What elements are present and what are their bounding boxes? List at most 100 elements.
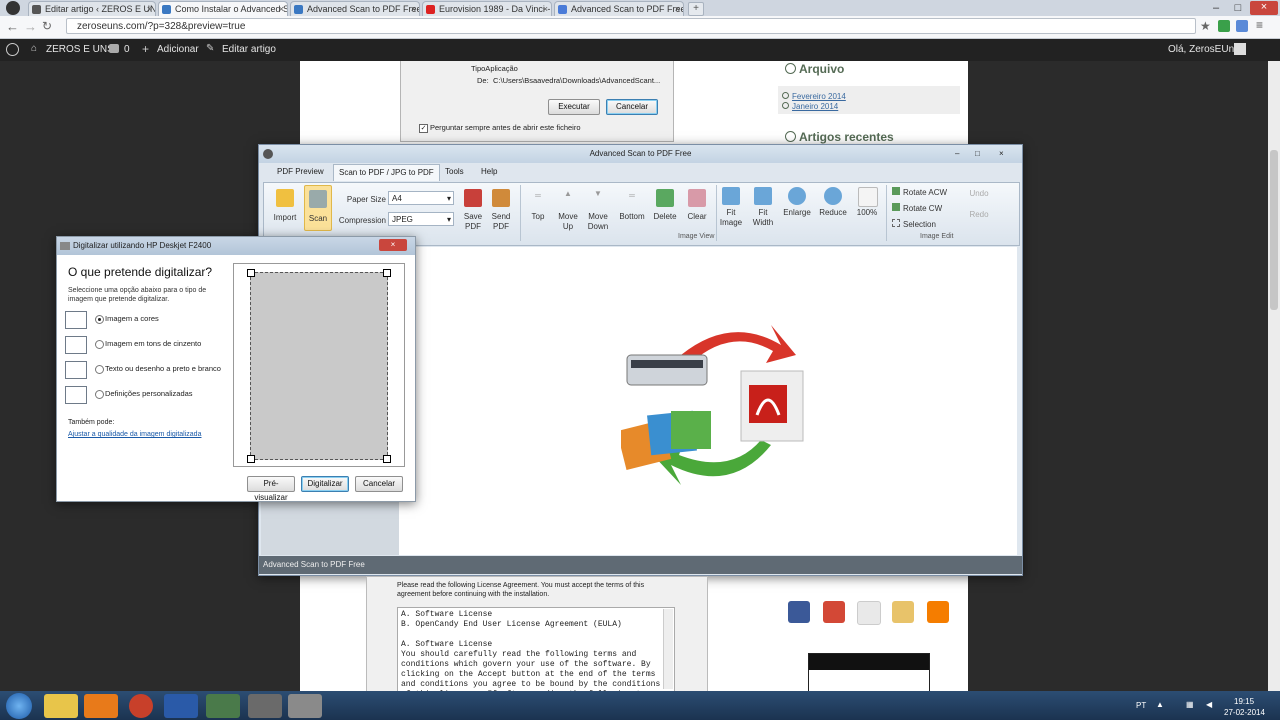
rss-icon[interactable] xyxy=(892,601,914,623)
quality-link[interactable]: Ajustar a qualidade da imagem digitaliza… xyxy=(68,431,201,438)
delete-button[interactable]: Delete xyxy=(650,212,680,222)
user-greeting[interactable]: Olá, ZerosEUns! xyxy=(1168,44,1242,55)
browser-logo-icon[interactable] xyxy=(6,1,20,15)
extension-icon[interactable] xyxy=(1236,20,1248,32)
url-field[interactable]: zeroseuns.com/?p=328&preview=true xyxy=(66,18,1196,34)
app-icon[interactable] xyxy=(129,694,153,718)
menu-icon[interactable]: ≡ xyxy=(1256,18,1263,32)
browser-tab[interactable]: Advanced Scan to PDF Free × xyxy=(290,1,420,16)
bookmark-star-icon[interactable]: ★ xyxy=(1200,19,1211,33)
reduce-button[interactable]: Reduce xyxy=(816,208,850,218)
radio-color[interactable] xyxy=(95,315,104,324)
close-icon[interactable]: × xyxy=(379,239,407,251)
tab-help[interactable]: Help xyxy=(481,167,497,176)
site-name-link[interactable]: ZEROS E UNS xyxy=(46,44,114,55)
tab-pdf-preview[interactable]: PDF Preview xyxy=(277,167,324,176)
start-button[interactable] xyxy=(6,693,32,719)
new-tab-button[interactable]: + xyxy=(688,2,704,16)
browser-tab[interactable]: Editar artigo ‹ ZEROS E UNS × xyxy=(28,1,156,16)
comments-count[interactable]: 0 xyxy=(124,44,130,55)
outlook-icon[interactable] xyxy=(84,694,118,718)
cancel-button[interactable]: Cancelar xyxy=(355,476,403,492)
image-canvas[interactable] xyxy=(399,247,1017,555)
close-icon[interactable]: × xyxy=(999,145,1004,163)
blogger-icon[interactable] xyxy=(927,601,949,623)
close-icon[interactable]: × xyxy=(1250,1,1278,15)
close-tab-icon[interactable]: × xyxy=(675,2,680,16)
facebook-icon[interactable] xyxy=(788,601,810,623)
top-button[interactable]: Top xyxy=(524,212,552,222)
run-button[interactable]: Executar xyxy=(548,99,600,115)
archive-link[interactable]: Janeiro 2014 xyxy=(792,102,838,111)
forward-icon[interactable]: → xyxy=(24,19,37,34)
close-tab-icon[interactable]: × xyxy=(543,2,548,16)
wordpress-logo-icon[interactable] xyxy=(6,43,19,56)
tab-scan-to-pdf[interactable]: Scan to PDF / JPG to PDF xyxy=(333,164,440,181)
paper-size-select[interactable]: A4 ▾ xyxy=(388,191,454,205)
move-down-button[interactable]: Move Down xyxy=(584,212,612,232)
radio-bw[interactable] xyxy=(95,365,104,374)
clock-date[interactable]: 27-02-2014 xyxy=(1224,708,1265,717)
scan-button[interactable]: Scan xyxy=(304,185,332,231)
minimize-icon[interactable]: – xyxy=(1206,2,1226,14)
reload-icon[interactable]: ↻ xyxy=(42,19,52,33)
rotate-acw-button[interactable]: Rotate ACW xyxy=(892,187,952,198)
radio-custom[interactable] xyxy=(95,390,104,399)
always-ask-checkbox[interactable]: ✓ xyxy=(419,124,428,133)
enlarge-button[interactable]: Enlarge xyxy=(780,208,814,218)
scan-selection-box[interactable] xyxy=(247,269,391,463)
send-pdf-button[interactable]: Send PDF xyxy=(488,212,514,232)
browser-tab-active[interactable]: Como Instalar o Advanced S × xyxy=(158,1,288,16)
back-icon[interactable]: ← xyxy=(6,19,19,34)
browser-tab[interactable]: Eurovision 1989 - Da Vinci - × xyxy=(422,1,552,16)
close-tab-icon[interactable]: × xyxy=(147,2,152,16)
preview-button[interactable]: Pré-visualizar xyxy=(247,476,295,502)
radio-grayscale[interactable] xyxy=(95,340,104,349)
resize-handle[interactable] xyxy=(383,269,391,277)
close-tab-icon[interactable]: × xyxy=(279,2,284,16)
app-icon[interactable] xyxy=(288,694,322,718)
app-icon[interactable] xyxy=(206,694,240,718)
resize-handle[interactable] xyxy=(247,455,255,463)
close-tab-icon[interactable]: × xyxy=(411,2,416,16)
clock-time[interactable]: 19:15 xyxy=(1234,697,1254,706)
word-icon[interactable] xyxy=(164,694,198,718)
tab-tools[interactable]: Tools xyxy=(445,167,464,176)
explorer-icon[interactable] xyxy=(44,694,78,718)
network-icon[interactable]: ▦ xyxy=(1186,700,1194,709)
bottom-button[interactable]: Bottom xyxy=(614,212,650,222)
avatar[interactable] xyxy=(1234,43,1246,55)
compression-select[interactable]: JPEG ▾ xyxy=(388,212,454,226)
rotate-cw-button[interactable]: Rotate CW xyxy=(892,203,952,214)
move-up-button[interactable]: Move Up xyxy=(554,212,582,232)
resize-handle[interactable] xyxy=(247,269,255,277)
google-plus-icon[interactable] xyxy=(823,601,845,623)
redo-button[interactable]: Redo xyxy=(964,210,994,220)
volume-icon[interactable]: ◀ xyxy=(1206,700,1212,709)
selection-button[interactable]: Selection xyxy=(892,219,952,230)
license-text[interactable]: A. Software License B. OpenCandy End Use… xyxy=(397,607,675,692)
fit-width-button[interactable]: Fit Width xyxy=(750,208,776,228)
tray-up-icon[interactable]: ▲ xyxy=(1156,700,1164,709)
extension-icon[interactable] xyxy=(1218,20,1230,32)
scan-button[interactable]: Digitalizar xyxy=(301,476,349,492)
maximize-icon[interactable]: □ xyxy=(975,145,980,163)
clear-button[interactable]: Clear xyxy=(682,212,712,222)
maximize-icon[interactable]: □ xyxy=(1228,2,1248,14)
add-new-link[interactable]: Adicionar xyxy=(157,44,199,55)
scrollbar-thumb[interactable] xyxy=(1270,150,1278,310)
cancel-button[interactable]: Cancelar xyxy=(606,99,658,115)
archive-item[interactable]: Janeiro 2014 xyxy=(782,100,838,112)
import-button[interactable]: Import xyxy=(268,213,302,223)
app-icon[interactable] xyxy=(248,694,282,718)
edit-post-link[interactable]: Editar artigo xyxy=(222,44,276,55)
zoom-100-button[interactable]: 100% xyxy=(852,208,882,218)
browser-tab[interactable]: Advanced Scan to PDF Free × xyxy=(554,1,684,16)
youtube-icon[interactable] xyxy=(857,601,881,625)
license-scrollbar[interactable] xyxy=(663,609,673,689)
fit-image-button[interactable]: Fit Image xyxy=(718,208,744,228)
language-indicator[interactable]: PT xyxy=(1136,701,1146,710)
save-pdf-button[interactable]: Save PDF xyxy=(460,212,486,232)
resize-handle[interactable] xyxy=(383,455,391,463)
minimize-icon[interactable]: – xyxy=(955,145,959,163)
